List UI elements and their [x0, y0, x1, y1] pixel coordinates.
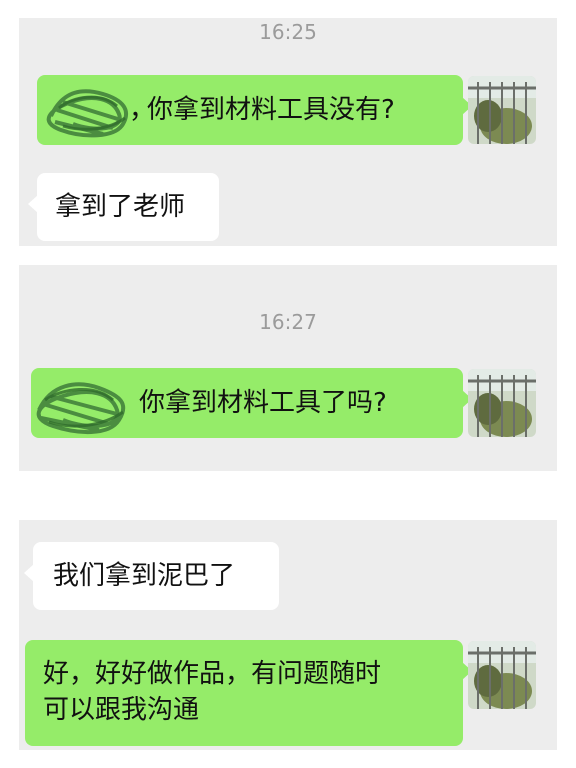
avatar[interactable]: [468, 641, 536, 709]
message-text: 你拿到材料工具了吗?: [139, 388, 387, 418]
message-text-line-1: 好，好好做作品，有问题随时: [43, 659, 382, 689]
chat-panel-1: 16:25 ， 你拿到材料工具没有? 拿到了老师: [19, 18, 557, 246]
message-text: 你拿到材料工具没有?: [147, 95, 395, 125]
message-text: 拿到了老师: [55, 192, 186, 222]
timestamp: 16:27: [259, 310, 317, 334]
avatar[interactable]: [468, 369, 536, 437]
message-incoming[interactable]: 我们拿到泥巴了: [24, 542, 279, 610]
redaction-scribble-icon: [46, 89, 129, 138]
message-text-line-2: 可以跟我沟通: [43, 695, 200, 725]
message-outgoing[interactable]: 好，好好做作品，有问题随时 可以跟我沟通: [25, 640, 472, 746]
chat-panel-3: 我们拿到泥巴了 好，好好做作品，有问题随时 可以跟我沟通: [19, 520, 557, 750]
avatar-icon: [468, 369, 536, 437]
timestamp: 16:25: [259, 20, 317, 44]
message-text: 我们拿到泥巴了: [53, 561, 236, 591]
message-outgoing[interactable]: 你拿到材料工具了吗?: [31, 368, 472, 438]
message-outgoing[interactable]: ， 你拿到材料工具没有?: [37, 75, 472, 145]
chat-panel-2: 16:27 你拿到材料工具了吗?: [19, 265, 557, 471]
avatar-icon: [468, 641, 536, 709]
avatar-icon: [468, 76, 536, 144]
avatar[interactable]: [468, 76, 536, 144]
redaction-scribble-icon: [36, 382, 126, 435]
message-incoming[interactable]: 拿到了老师: [28, 173, 219, 241]
